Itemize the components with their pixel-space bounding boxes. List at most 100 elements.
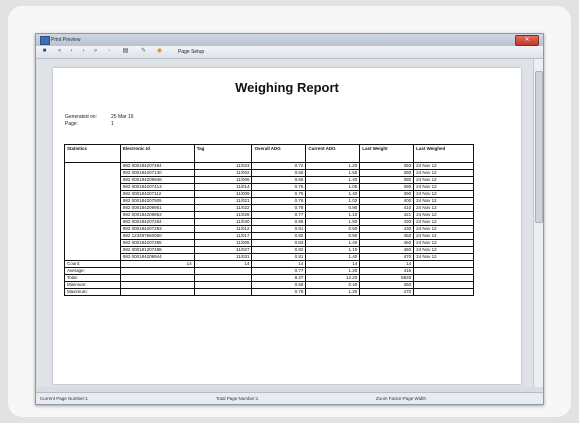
table-cell: 24 Nov 12 bbox=[413, 225, 474, 233]
print-preview-icon bbox=[40, 36, 50, 45]
settings-icon[interactable]: ✎ bbox=[140, 48, 147, 55]
table-cell: 1.05 bbox=[305, 183, 361, 191]
table-cell bbox=[64, 183, 121, 191]
document-area: Weighing Report Generated on: 25 Mar 16 … bbox=[37, 59, 533, 387]
table-cell: 470 bbox=[359, 253, 415, 261]
page-setup-icon[interactable]: ◉ bbox=[156, 48, 163, 55]
header-last-weight: Last Weight bbox=[359, 144, 415, 163]
table-cell: 982 000184209951 bbox=[119, 204, 195, 212]
table-cell: 12.20 bbox=[305, 274, 361, 282]
table-cell: 11/030 bbox=[193, 218, 253, 226]
close-button[interactable]: ✕ bbox=[515, 35, 539, 46]
table-cell: 982 000184207284 bbox=[119, 218, 195, 226]
table-cell: 380 bbox=[359, 176, 415, 184]
page-setup-button[interactable]: Page Setup bbox=[178, 48, 204, 56]
table-cell: 11/012 bbox=[193, 225, 253, 233]
table-cell bbox=[413, 281, 474, 289]
table-row: 982 000184209953 11/026 0.77 1.10 421 24 Nov … bbox=[64, 211, 474, 219]
table-cell: 982 000184207112 bbox=[119, 190, 195, 198]
scrollbar-thumb[interactable] bbox=[535, 71, 543, 223]
page-label: Page: bbox=[65, 121, 79, 127]
table-cell: 430 bbox=[359, 225, 415, 233]
table-cell: 380 bbox=[359, 169, 415, 177]
zoom-icon[interactable]: ◦ bbox=[106, 48, 113, 55]
prev-page-icon[interactable]: ‹ bbox=[68, 48, 75, 55]
table-cell: 0.78 bbox=[251, 204, 307, 212]
table-cell: 1.20 bbox=[305, 162, 361, 170]
last-page-icon[interactable]: » bbox=[92, 48, 99, 55]
table-cell: 1.10 bbox=[305, 211, 361, 219]
page-layout-icon[interactable]: ▤ bbox=[122, 48, 129, 55]
table-cell bbox=[64, 218, 121, 226]
table-cell: 11/021 bbox=[193, 197, 253, 205]
table-cell: 14 bbox=[305, 260, 361, 268]
table-cell bbox=[64, 176, 121, 184]
vertical-scrollbar[interactable] bbox=[533, 59, 543, 387]
table-cell: 982 000184207285 bbox=[119, 239, 195, 247]
table-cell: 0.76 bbox=[251, 197, 307, 205]
table-cell: 982 000184207130 bbox=[119, 169, 195, 177]
table-cell: 24 Nov 12 bbox=[413, 197, 474, 205]
header-current-adg: Current ADG bbox=[305, 144, 361, 163]
table-cell: 24 Nov 12 bbox=[413, 218, 474, 226]
table-cell: 11/031 bbox=[193, 253, 253, 261]
table-cell: 450 bbox=[359, 232, 415, 240]
generated-row: Generated on: 25 Mar 16 bbox=[65, 114, 134, 120]
table-cell: 0.65 bbox=[251, 176, 307, 184]
print-icon[interactable]: ■ bbox=[41, 48, 48, 55]
table-cell bbox=[64, 246, 121, 254]
table-row: 982 000184209948 11/006 0.65 1.40 380 24 Nov … bbox=[64, 176, 474, 184]
table-cell: 11/022 bbox=[193, 204, 253, 212]
table-cell: 24 Nov 12 bbox=[413, 239, 474, 247]
current-page-status: Current Page Number:1 bbox=[40, 396, 88, 401]
next-page-icon[interactable]: › bbox=[80, 48, 87, 55]
table-cell: 460 bbox=[359, 246, 415, 254]
table-row: 982 000184207283 11/012 0.81 0.60 430 24 Nov … bbox=[64, 225, 474, 233]
table-cell: 14 bbox=[119, 260, 195, 268]
generated-label: Generated on: bbox=[65, 114, 97, 120]
title-bar: Print Preview ✕ bbox=[36, 34, 543, 46]
table-cell: 1.20 bbox=[305, 288, 361, 296]
summary-row: Maximum: 0.78 1.20 470 bbox=[64, 288, 474, 296]
table-cell: 11/006 bbox=[193, 176, 253, 184]
summary-row: Count: 14 14 14 14 14 bbox=[64, 260, 474, 268]
table-cell: 390 bbox=[359, 190, 415, 198]
table-cell: 0.78 bbox=[251, 288, 307, 296]
table-cell bbox=[193, 274, 253, 282]
table-cell: 350 bbox=[359, 281, 415, 289]
table-cell: Average: bbox=[64, 267, 121, 275]
table-cell: 982 000184207494 bbox=[119, 162, 195, 170]
zoom-status: Zoom Factor:Page Width bbox=[376, 396, 427, 401]
table-cell bbox=[193, 267, 253, 275]
table-cell bbox=[64, 162, 121, 170]
table-cell: 0.75 bbox=[251, 190, 307, 198]
window-title: Print Preview bbox=[51, 37, 81, 43]
table-cell: 1.40 bbox=[305, 190, 361, 198]
table-cell: 11/027 bbox=[193, 246, 253, 254]
table-cell: 14 bbox=[251, 260, 307, 268]
table-cell: 11/017 bbox=[193, 232, 253, 240]
table-cell: 410 bbox=[359, 204, 415, 212]
summary-row: Minimum: 0.58 0.40 350 bbox=[64, 281, 474, 289]
status-bar: Current Page Number:1 Total Page Number:… bbox=[36, 392, 543, 404]
print-preview-window: Print Preview ✕ ■ « ‹ › » ◦ ▤ ✎ ◉ Page S… bbox=[35, 33, 544, 405]
weighing-table: Statistics Electronic Id Tag Overall ADG… bbox=[64, 144, 474, 296]
table-cell: 1.40 bbox=[305, 253, 361, 261]
first-page-icon[interactable]: « bbox=[56, 48, 63, 55]
table-cell: 400 bbox=[359, 197, 415, 205]
table-row: 982 000184207284 11/030 0.85 1.50 430 24 Nov … bbox=[64, 218, 474, 226]
table-cell: 421 bbox=[359, 211, 415, 219]
table-row: 982 000184209951 11/022 0.78 0.90 410 24 Nov … bbox=[64, 204, 474, 212]
table-cell: 11/005 bbox=[193, 239, 253, 247]
table-cell: 24 Nov 12 bbox=[413, 211, 474, 219]
report-page: Weighing Report Generated on: 25 Mar 16 … bbox=[53, 68, 521, 384]
table-cell: 470 bbox=[359, 288, 415, 296]
table-cell bbox=[119, 281, 195, 289]
table-cell: 0.85 bbox=[251, 218, 307, 226]
table-cell bbox=[193, 288, 253, 296]
table-cell: 24 Nov 12 bbox=[413, 253, 474, 261]
table-cell: 982 000184209953 bbox=[119, 211, 195, 219]
table-cell bbox=[119, 274, 195, 282]
table-cell: 24 Nov 12 bbox=[413, 190, 474, 198]
table-cell: 0.60 bbox=[305, 225, 361, 233]
